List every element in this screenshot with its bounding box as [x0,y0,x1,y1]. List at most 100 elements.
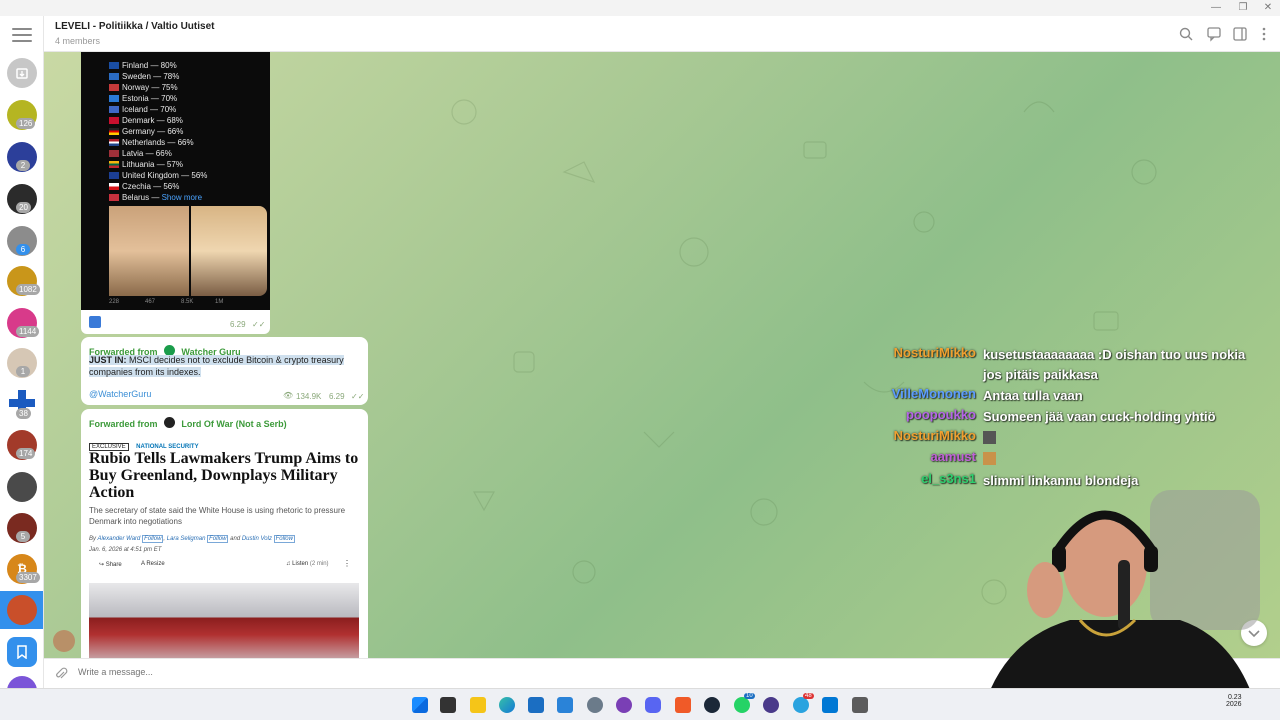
notification-badge: 10 [744,693,755,699]
follow-button[interactable]: Follow [142,535,164,543]
chat-avatar-13[interactable] [7,676,37,688]
flag-icon [109,150,119,157]
eye-icon: 👁 [283,391,294,400]
flag-icon [109,84,119,91]
flag-icon [109,95,119,102]
unread-badge: 174 [16,448,36,459]
app-icon[interactable] [763,697,779,713]
settings-icon[interactable] [587,697,603,713]
start-icon[interactable] [412,697,428,713]
article-headline[interactable]: Rubio Tells Lawmakers Trump Aims to Buy … [89,450,359,501]
tweet-screenshot[interactable]: Finland — 80% Sweden — 78% Norway — 75% … [81,52,270,310]
message-text: MSCI decides not to exclude Bitcoin & cr… [89,355,344,377]
byline-prefix: By [89,536,97,542]
clock-date: 2026 [1226,701,1242,708]
unread-badge: 3307 [16,572,40,583]
show-more-link[interactable]: Show more [162,193,202,202]
like-count: 8.5K [181,299,194,305]
view-count: 1M [215,299,224,305]
forwarded-label: Forwarded from [89,419,158,429]
unread-badge: 1 [16,366,30,377]
flag-icon [109,117,119,124]
archive-icon[interactable] [7,58,37,88]
maximize-button[interactable]: ❐ [1233,2,1253,13]
message-time: 6.29 [329,392,345,401]
read-check-icon: ✓✓ [252,320,266,329]
brave-icon[interactable] [675,697,691,713]
steam-icon[interactable] [704,697,720,713]
message-time: 6.29 [230,320,246,329]
streamer-video [980,490,1260,720]
overlay-username: el_s3ns1 [921,471,976,486]
more-icon[interactable]: ⋮ [343,559,351,568]
tweet-line: Finland — 80% [122,61,177,70]
emote-icon [983,452,996,465]
forwarded-message[interactable]: Forwarded from Watcher Guru JUST IN: MSC… [81,337,368,405]
photo-image [109,206,189,296]
tweet-line: Lithuania — 57% [122,160,183,169]
author-name: Lara Seligman [166,536,206,542]
listen-button[interactable]: Listen [292,561,308,567]
flag-icon [109,73,119,80]
app-icon[interactable] [616,697,632,713]
task-view-icon[interactable] [440,697,456,713]
discord-icon[interactable] [645,697,661,713]
tweet-line: Belarus — [122,193,162,202]
sender-avatar[interactable] [53,630,75,652]
follow-button[interactable]: Follow [273,535,295,543]
overlay-text: kusetustaaaaaaaa :D oishan tuo uus nokia… [983,347,1246,382]
sticker-icon [89,316,101,328]
chat-avatar-active[interactable] [7,595,37,625]
forwarded-article-message[interactable]: Forwarded from Lord Of War (Not a Serb) … [81,409,368,658]
close-button[interactable]: ✕ [1258,2,1278,13]
unread-badge: 1144 [16,326,40,337]
share-button[interactable]: Share [106,562,122,568]
flag-icon [109,194,119,201]
flag-icon [109,139,119,146]
store-icon[interactable] [528,697,544,713]
vscode-icon[interactable] [822,697,838,713]
author-name: Alexander Ward [97,536,141,542]
tweet-line: Germany — 66% [122,127,184,136]
repost-count: 467 [145,299,156,305]
comments-icon[interactable] [1206,26,1222,42]
headphones-icon: ♫ [286,561,291,567]
telegram-icon[interactable] [793,697,809,713]
app-icon[interactable] [557,697,573,713]
chat-header[interactable]: LEVELI - Politiikka / Valtio Uutiset 4 m… [44,16,1280,52]
more-options-icon[interactable] [1256,26,1272,42]
listen-duration: (2 min) [309,561,329,567]
chat-sidebar: 126 2 20 6 1082 1144 1 38 174 5 ₿ 3307 [0,16,44,688]
webcam-overlay [960,470,1280,720]
flag-icon [109,183,119,190]
sidebar-toggle-icon[interactable] [1232,26,1248,42]
unread-badge: 126 [16,118,36,129]
search-icon[interactable] [1178,26,1194,42]
flag-icon [109,106,119,113]
overlay-text: Antaa tulla vaan [983,388,1083,403]
tweet-line: Sweden — 78% [122,72,180,81]
byline-and: and [230,536,241,542]
follow-button[interactable]: Follow [207,535,229,543]
minimize-button[interactable]: — [1206,2,1226,13]
message-input[interactable] [78,667,678,677]
unread-badge: 1082 [16,284,40,295]
menu-icon[interactable] [12,28,32,42]
unread-badge: 5 [16,531,30,542]
calculator-icon[interactable] [852,697,868,713]
channel-link[interactable]: @WatcherGuru [89,389,151,399]
forwarded-source[interactable]: Lord Of War (Not a Serb) [181,419,286,429]
resize-button[interactable]: Resize [146,561,164,567]
file-explorer-icon[interactable] [470,697,486,713]
tweet-line: Latvia — 66% [122,149,172,158]
edge-icon[interactable] [499,697,515,713]
unread-badge: 2 [16,160,30,171]
tweet-message-footer: 6.29 ✓✓ [81,310,270,334]
member-count: 4 members [55,36,101,46]
chat-avatar-10[interactable] [7,472,37,502]
message-bold: JUST IN: [89,355,127,365]
whatsapp-icon[interactable] [734,697,750,713]
attach-icon[interactable] [54,667,68,681]
bookmark-icon[interactable] [7,637,37,667]
emote-icon [983,431,996,444]
